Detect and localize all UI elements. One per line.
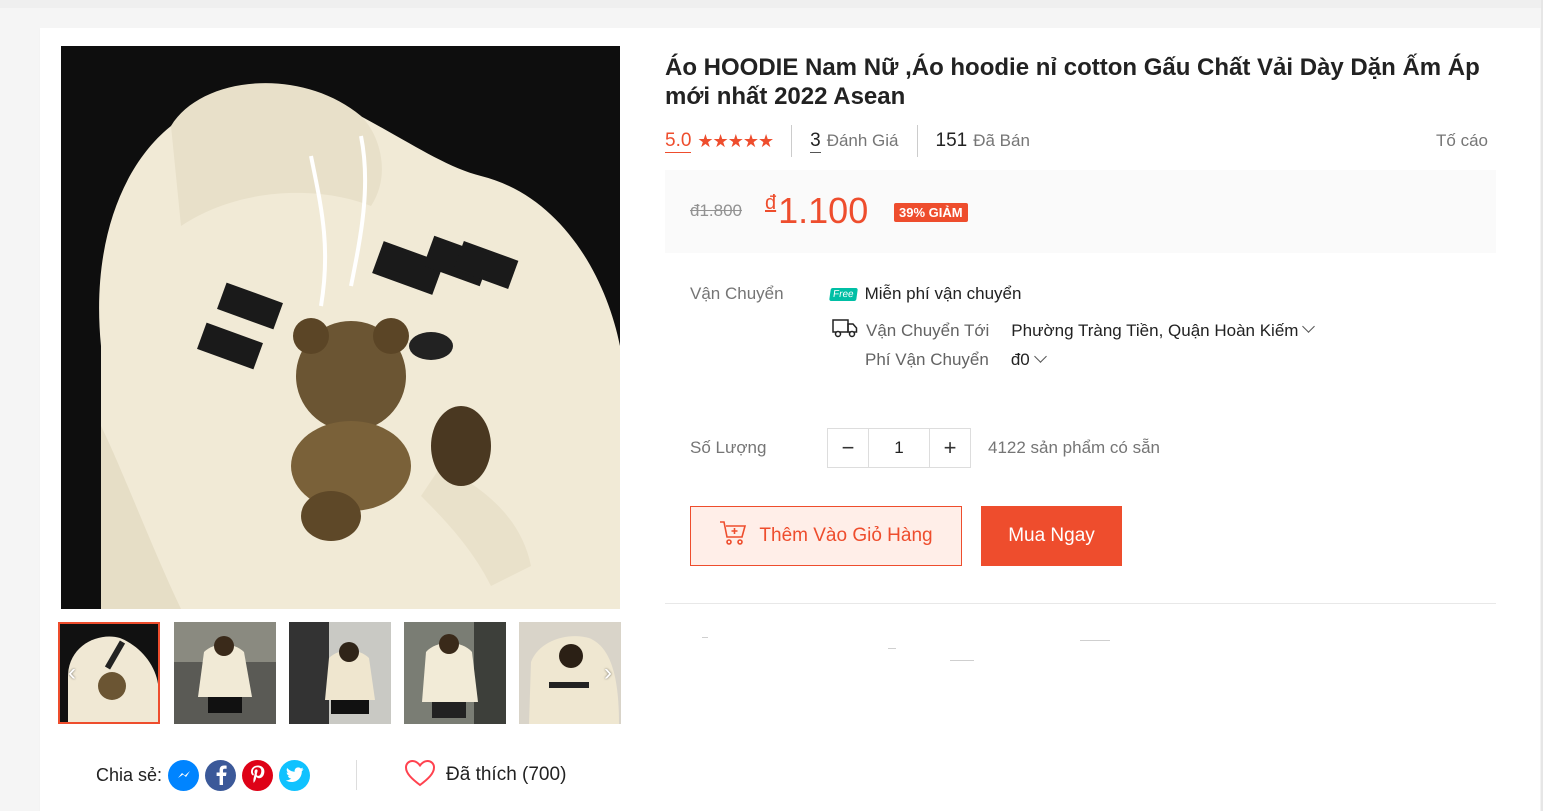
thumbnail-prev-arrow[interactable]: ‹	[60, 656, 84, 690]
review-count[interactable]: 3	[810, 130, 821, 153]
ship-to-row: Vận Chuyển Tới Phường Tràng Tiền, Quận H…	[832, 317, 1316, 344]
product-title: Áo HOODIE Nam Nữ ,Áo hoodie nỉ cotton Gấ…	[665, 54, 1480, 110]
twitter-icon[interactable]	[279, 759, 311, 791]
sold-count: 151	[935, 130, 968, 151]
stock-available: 4122 sản phẩm có sẵn	[988, 438, 1161, 457]
quantity-label: Số Lượng	[690, 438, 767, 457]
quantity-stepper: − +	[827, 428, 971, 468]
free-shipping-badge: Free	[829, 287, 858, 301]
thumbnail-4[interactable]	[404, 622, 506, 724]
quantity-decrease-button[interactable]: −	[828, 429, 868, 467]
thumbnail-2[interactable]	[174, 622, 276, 724]
heart-icon	[404, 759, 436, 792]
share-divider	[356, 760, 357, 790]
stats-divider	[916, 125, 918, 157]
faint-mark	[888, 648, 896, 649]
like-button[interactable]: Đã thích (700)	[404, 758, 566, 792]
ship-to-label: Vận Chuyển Tới	[866, 320, 990, 340]
current-price-value: 1.100	[778, 190, 869, 231]
quantity-input[interactable]	[868, 429, 930, 467]
add-to-cart-label: Thêm Vào Giỏ Hàng	[759, 525, 933, 546]
product-stats: 5.0 ★★★★★ 3 Đánh Giá 151 Đã Bán Tố cáo	[665, 125, 1496, 157]
thumbnail-next-arrow[interactable]: ›	[596, 656, 620, 690]
ship-to-location[interactable]: Phường Tràng Tiền, Quận Hoàn Kiếm	[1011, 321, 1298, 341]
main-product-image[interactable]	[61, 46, 620, 609]
rating-stars: ★★★★★	[697, 130, 774, 151]
original-price: đ1.800	[690, 201, 742, 220]
rating-value[interactable]: 5.0	[665, 130, 692, 153]
thumbnail-strip: ‹ ›	[58, 622, 621, 724]
review-label: Đánh Giá	[826, 131, 899, 150]
shipping-fee-row: Phí Vận Chuyển đ0	[865, 349, 1047, 370]
chevron-down-icon[interactable]	[1302, 320, 1316, 333]
share-label: Chia sẻ:	[96, 764, 163, 785]
page-top-strip	[0, 0, 1543, 8]
truck-icon	[832, 317, 858, 344]
report-link[interactable]: Tố cáo	[1436, 131, 1496, 151]
shipping-label: Vận Chuyển	[690, 284, 784, 303]
add-to-cart-button[interactable]: Thêm Vào Giỏ Hàng	[690, 506, 962, 566]
quantity-increase-button[interactable]: +	[930, 429, 970, 467]
add-cart-icon	[719, 520, 747, 552]
messenger-icon[interactable]	[168, 759, 200, 791]
discount-badge: 39% GIẢM	[894, 203, 968, 222]
buy-now-button[interactable]: Mua Ngay	[981, 506, 1122, 566]
share-bar: Chia sẻ:	[96, 758, 316, 792]
facebook-icon[interactable]	[205, 759, 237, 791]
faint-mark	[702, 637, 708, 638]
free-shipping-text: Miễn phí vận chuyển	[864, 284, 1022, 303]
thumbnail-3[interactable]	[289, 622, 391, 724]
like-count: Đã thích (700)	[446, 764, 567, 785]
free-shipping-row: Free Miễn phí vận chuyển	[829, 284, 1022, 304]
shipping-fee-value[interactable]: đ0	[1011, 350, 1030, 370]
faint-mark	[1080, 640, 1110, 641]
shipping-fee-label: Phí Vận Chuyển	[865, 350, 989, 369]
product-card: ‹ › Chia sẻ: Đã thích (700) Áo HOODIE Na…	[40, 28, 1540, 811]
current-price: đ1.100	[765, 190, 868, 232]
chevron-down-icon[interactable]	[1033, 349, 1047, 363]
pinterest-icon[interactable]	[242, 759, 274, 791]
currency-symbol: đ	[765, 192, 777, 214]
stats-divider	[791, 125, 793, 157]
sold-label: Đã Bán	[973, 131, 1030, 150]
faint-mark	[950, 660, 974, 661]
section-divider	[665, 603, 1496, 604]
price-box: đ1.800 đ1.100 39% GIẢM	[665, 170, 1496, 253]
